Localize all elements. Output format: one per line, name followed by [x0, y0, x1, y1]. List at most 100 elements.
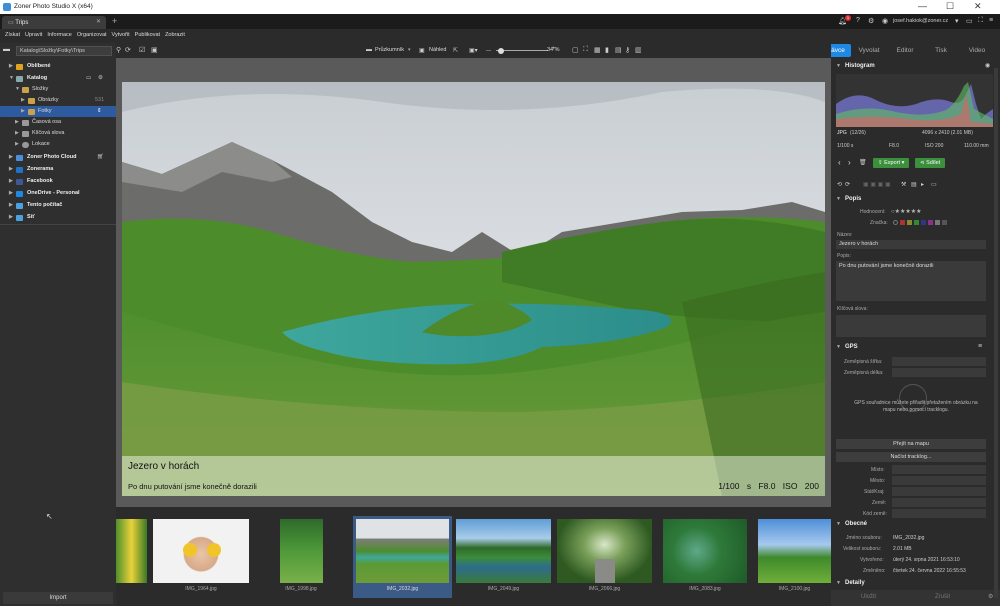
country-field[interactable] — [892, 498, 986, 507]
split-icon[interactable]: ▥ — [635, 46, 642, 54]
description-field[interactable]: Po dnu putování jsme konečně dorazili — [836, 261, 986, 301]
thumbnail-img-2049[interactable] — [456, 519, 551, 583]
share-button[interactable]: ⋖ Sdílet — [915, 158, 946, 168]
popis-header[interactable]: ▼ Popis — [831, 194, 993, 205]
add-tab-icon[interactable]: + — [112, 16, 117, 26]
user-icon[interactable]: ◉ — [882, 17, 888, 25]
menu-organizovat[interactable]: Organizovat — [77, 32, 107, 38]
thumbnail-img-2083[interactable] — [663, 519, 747, 583]
sidebar-item-casova-osa[interactable]: ▶ Časová osa — [0, 117, 116, 128]
city-field[interactable] — [892, 476, 986, 485]
maximize-button[interactable]: ☐ — [946, 1, 954, 12]
main-photo[interactable]: Jezero v horách Po dnu putování jsme kon… — [122, 82, 825, 496]
thumbnail-img-1998[interactable] — [280, 519, 323, 583]
sidebar-item-sit[interactable]: ▶ Síť — [0, 212, 116, 223]
menu-icon[interactable]: ≡ — [989, 17, 993, 24]
thumbnail-img-2066[interactable] — [557, 519, 652, 583]
fullscreen-icon[interactable]: ⛶ — [978, 17, 983, 25]
export-button[interactable]: ⇪ Export ▾ — [873, 158, 910, 168]
country-code-field[interactable] — [892, 509, 986, 518]
thumbnail-img-2100[interactable] — [758, 519, 831, 583]
menu-zobrazit[interactable]: Zobrazit — [165, 32, 185, 38]
open-external-icon[interactable]: ⇱ — [453, 47, 458, 54]
latitude-field[interactable] — [892, 357, 986, 366]
tab-editor[interactable]: Editor — [887, 44, 923, 57]
help-icon[interactable]: ? — [856, 17, 860, 24]
sidebar-item-fotky[interactable]: ▶ Fotky ⇕ — [0, 106, 116, 117]
gps-menu-icon[interactable]: ≡ — [978, 343, 982, 350]
browser-mode-button[interactable]: Průzkumník — [375, 47, 404, 53]
keywords-field[interactable] — [836, 315, 986, 337]
details-header[interactable]: ▼ Detaily — [831, 578, 993, 589]
folder-icon[interactable]: ▬ — [3, 46, 10, 53]
delete-icon[interactable]: 🗑︎ — [859, 159, 867, 166]
cart-icon[interactable]: 🛒︎ — [97, 152, 104, 163]
go-to-map-button[interactable]: Přejít na mapu — [836, 439, 986, 449]
print-icon[interactable]: ▤ — [911, 181, 917, 188]
close-button[interactable]: ✕ — [974, 1, 982, 12]
preview-mode-button[interactable]: Náhled — [429, 47, 446, 53]
tools-icon[interactable]: ⚒ — [901, 181, 906, 188]
tab-tisk[interactable]: Tisk — [923, 44, 959, 57]
account-email[interactable]: josef.hakiok@zoner.cz — [893, 18, 948, 24]
rotate-right-icon[interactable]: ⟳ — [845, 181, 850, 188]
compare-icon[interactable]: ▤ — [615, 46, 622, 54]
fit-icon[interactable]: ▢ — [572, 46, 579, 54]
save-button[interactable]: Uložit — [861, 594, 876, 600]
chevron-down-icon[interactable]: ▾ — [408, 47, 411, 53]
grid-icon[interactable]: ▦ — [594, 46, 601, 54]
open-icon[interactable]: ▸ — [921, 181, 924, 188]
zoom-out-icon[interactable]: — — [486, 48, 491, 54]
menu-ziskat[interactable]: Získat — [5, 32, 20, 38]
menu-upravit[interactable]: Upravit — [25, 32, 42, 38]
path-input[interactable]: Katalog\Složky\Fotky\Trips — [16, 46, 112, 56]
next-icon[interactable]: › — [848, 158, 851, 167]
sidebar-item-katalog[interactable]: ▼ Katalog ▭ ⚙ — [0, 73, 116, 84]
tab-trips[interactable]: ▭ Trips ✕ — [2, 16, 106, 29]
place-field[interactable] — [892, 465, 986, 474]
name-field[interactable]: Jezero v horách — [836, 240, 986, 249]
settings-icon[interactable]: ⚙ — [868, 17, 874, 25]
longitude-field[interactable] — [892, 368, 986, 377]
sidebar-item-klicova-slova[interactable]: ▶ Klíčová slova — [0, 128, 116, 139]
monitor-icon[interactable]: ▭ — [966, 17, 973, 25]
sidebar-item-oblibene[interactable]: ▶ Oblíbené — [0, 61, 116, 72]
key-icon[interactable]: ⚷ — [625, 46, 630, 54]
select-icon[interactable]: ☑ — [139, 46, 145, 54]
load-tracklog-button[interactable]: Načíst tracklog... — [836, 452, 986, 462]
sidebar-item-slozky[interactable]: ▼ Složky — [0, 84, 116, 95]
search-icon[interactable]: ⚲ — [116, 46, 121, 54]
refresh-icon[interactable]: ⟳ — [125, 46, 131, 54]
rotate-left-icon[interactable]: ⟲ — [837, 181, 842, 188]
menu-vytvorit[interactable]: Vytvořit — [112, 32, 130, 38]
lock-icon[interactable]: ▮ — [605, 46, 609, 54]
menu-publikovat[interactable]: Publikovat — [135, 32, 160, 38]
sidebar-item-facebook[interactable]: ▶ Facebook — [0, 176, 116, 187]
thumbnail-img-2032[interactable] — [356, 519, 449, 583]
sidebar-item-lokace[interactable]: ▶ Lokace — [0, 139, 116, 150]
account-dropdown-icon[interactable]: ▾ — [955, 17, 959, 25]
menu-informace[interactable]: Informace — [47, 32, 71, 38]
previous-icon[interactable]: ‹ — [838, 158, 841, 167]
fullscreen-icon[interactable]: ⛶ — [583, 46, 588, 54]
histogram-settings-icon[interactable]: ◉ — [985, 62, 990, 69]
general-header[interactable]: ▼ Obecné — [831, 519, 993, 530]
tab-video[interactable]: Video — [959, 44, 995, 57]
sidebar-item-obrazky[interactable]: ▶ Obrázky 531 — [0, 95, 116, 106]
catalog-settings-icon[interactable]: ⚙ — [98, 73, 103, 84]
zoom-mode-icon[interactable]: ▣▾ — [469, 47, 478, 54]
panel-settings-icon[interactable]: ⚙ — [988, 593, 993, 600]
tab-vyvolat[interactable]: Vyvolat — [851, 44, 887, 57]
cancel-button[interactable]: Zrušit — [935, 594, 950, 600]
rating-stars[interactable]: ○★★★★★ — [891, 208, 922, 215]
thumbnail-img-1964[interactable] — [153, 519, 249, 583]
tab-close-icon[interactable]: ✕ — [96, 18, 101, 25]
histogram-header[interactable]: ▼ Histogram — [831, 61, 993, 72]
thumbnail-partial[interactable] — [116, 519, 147, 583]
sidebar-item-tento-pocitac[interactable]: ▶ Tento počítač — [0, 200, 116, 211]
color-label-picker[interactable] — [893, 220, 953, 225]
sidebar-item-onedrive[interactable]: ▶ OneDrive - Personal — [0, 188, 116, 199]
gps-header[interactable]: ▼ GPS — [831, 342, 993, 353]
minimize-button[interactable]: — — [918, 1, 927, 11]
add-folder-icon[interactable]: ▭ — [86, 73, 91, 84]
